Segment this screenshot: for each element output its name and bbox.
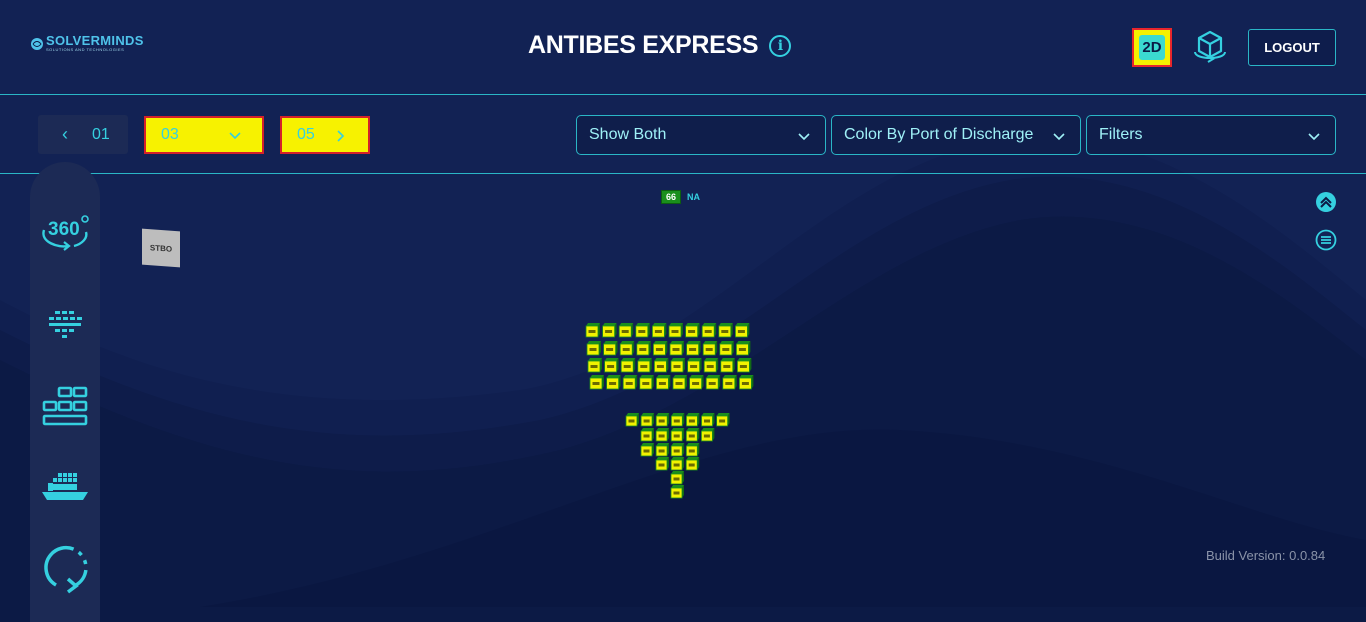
hold-container[interactable] bbox=[655, 413, 670, 427]
deck-container[interactable] bbox=[635, 323, 650, 338]
hold-container[interactable] bbox=[716, 413, 730, 427]
hold-container[interactable] bbox=[670, 485, 684, 499]
deck-container[interactable] bbox=[670, 358, 685, 373]
hold-container[interactable] bbox=[685, 457, 700, 471]
deck-container[interactable] bbox=[718, 323, 733, 338]
deck-container[interactable] bbox=[737, 358, 752, 373]
hold-container[interactable] bbox=[655, 428, 670, 442]
deck-container[interactable] bbox=[602, 323, 617, 338]
hold-container[interactable] bbox=[685, 443, 700, 457]
deck-container[interactable] bbox=[739, 375, 754, 390]
deck-container[interactable] bbox=[652, 323, 667, 338]
hold-container[interactable] bbox=[625, 413, 639, 427]
hold-container[interactable] bbox=[640, 443, 654, 457]
deck-container[interactable] bbox=[701, 323, 717, 338]
hold-container[interactable] bbox=[655, 457, 669, 471]
hold-container[interactable] bbox=[670, 428, 685, 442]
deck-container[interactable] bbox=[668, 323, 683, 338]
deck-container[interactable] bbox=[619, 341, 635, 356]
deck-container[interactable] bbox=[637, 358, 652, 373]
deck-container[interactable] bbox=[654, 358, 669, 373]
deck-container[interactable] bbox=[618, 323, 634, 338]
deck-container[interactable] bbox=[735, 323, 750, 338]
deck-container[interactable] bbox=[587, 358, 602, 373]
hold-container[interactable] bbox=[701, 428, 715, 442]
deck-container[interactable] bbox=[736, 341, 751, 356]
hold-container[interactable] bbox=[701, 413, 715, 427]
hold-container[interactable] bbox=[655, 443, 670, 457]
hold-container[interactable] bbox=[640, 413, 655, 427]
deck-container[interactable] bbox=[620, 358, 636, 373]
deck-container[interactable] bbox=[689, 375, 704, 390]
deck-container[interactable] bbox=[603, 341, 618, 356]
hold-container[interactable] bbox=[640, 428, 654, 442]
hold-container[interactable] bbox=[670, 413, 685, 427]
hold-container[interactable] bbox=[685, 428, 700, 442]
deck-container[interactable] bbox=[703, 358, 719, 373]
build-version: Build Version: 0.0.84 bbox=[1206, 548, 1326, 563]
deck-container[interactable] bbox=[589, 375, 604, 390]
deck-container[interactable] bbox=[606, 375, 621, 390]
deck-container[interactable] bbox=[604, 358, 619, 373]
deck-container[interactable] bbox=[653, 341, 668, 356]
hold-container[interactable] bbox=[670, 457, 685, 471]
deck-container[interactable] bbox=[639, 375, 654, 390]
deck-container[interactable] bbox=[705, 375, 721, 390]
deck-container[interactable] bbox=[685, 323, 700, 338]
deck-container[interactable] bbox=[669, 341, 684, 356]
deck-container[interactable] bbox=[719, 341, 734, 356]
hold-container[interactable] bbox=[686, 413, 700, 427]
deck-container[interactable] bbox=[585, 323, 600, 338]
hold-container[interactable] bbox=[670, 443, 685, 457]
hold-container[interactable] bbox=[670, 471, 684, 485]
deck-container[interactable] bbox=[636, 341, 651, 356]
deck-container[interactable] bbox=[672, 375, 687, 390]
deck-container[interactable] bbox=[586, 341, 601, 356]
deck-container[interactable] bbox=[722, 375, 737, 390]
deck-container[interactable] bbox=[702, 341, 718, 356]
deck-container[interactable] bbox=[720, 358, 735, 373]
deck-container[interactable] bbox=[686, 341, 701, 356]
deck-container[interactable] bbox=[656, 375, 671, 390]
bay-plan-view bbox=[585, 323, 754, 499]
deck-container[interactable] bbox=[687, 358, 702, 373]
deck-container[interactable] bbox=[622, 375, 638, 390]
